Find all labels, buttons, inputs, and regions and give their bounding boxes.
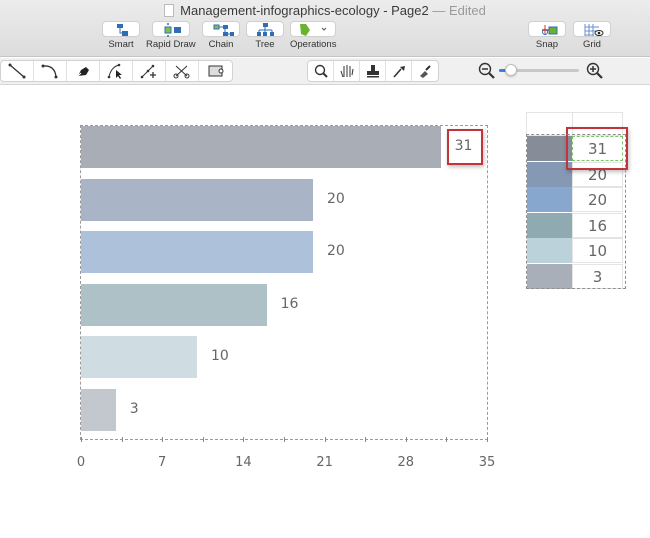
window-titlebar: Management-infographics-ecology - Page2 … bbox=[0, 0, 650, 57]
bar-data-label: 10 bbox=[211, 348, 229, 364]
edited-status: — Edited bbox=[432, 3, 486, 18]
smart-connector-icon bbox=[117, 24, 128, 36]
hand-tool-icon bbox=[340, 65, 353, 78]
x-tick-mark bbox=[162, 437, 164, 442]
x-tick-mark bbox=[405, 437, 407, 442]
zoom-out-button[interactable] bbox=[478, 62, 496, 80]
chain-label: Chain bbox=[208, 39, 234, 50]
x-tick-mark bbox=[202, 437, 204, 442]
x-tick-label: 21 bbox=[316, 455, 333, 470]
grid-label: Grid bbox=[583, 39, 601, 50]
chain-icon bbox=[213, 24, 234, 36]
x-tick-label: 35 bbox=[478, 455, 496, 470]
shape-tool-icon bbox=[208, 65, 223, 77]
zoom-in-icon bbox=[586, 62, 603, 79]
rapid-draw-icon bbox=[164, 23, 181, 37]
shape-tool-button[interactable] bbox=[199, 61, 232, 81]
view-tools-group bbox=[307, 60, 439, 82]
add-point-button[interactable] bbox=[133, 61, 166, 81]
format-brush-button[interactable] bbox=[412, 61, 438, 81]
bar-data-label: 3 bbox=[129, 400, 139, 417]
x-tick-label: 7 bbox=[158, 455, 167, 470]
curve-tool-button[interactable] bbox=[34, 61, 67, 81]
document-name: Management-infographics-ecology - Page2 bbox=[180, 3, 429, 18]
rapid-draw-button[interactable]: Rapid Draw bbox=[146, 21, 196, 50]
stamp-tool-button[interactable] bbox=[360, 61, 386, 81]
smart-label: Smart bbox=[108, 39, 134, 50]
operations-icon bbox=[300, 24, 327, 36]
bar-data-label: 16 bbox=[280, 295, 299, 312]
snap-label: Snap bbox=[535, 39, 559, 50]
stamp-tool-icon bbox=[366, 65, 379, 78]
eyedropper-icon bbox=[392, 66, 405, 78]
line-tool-icon bbox=[8, 63, 26, 79]
bar-data-label: 20 bbox=[327, 243, 345, 259]
bezier-select-button[interactable] bbox=[100, 61, 133, 81]
scissors-button[interactable] bbox=[166, 61, 199, 81]
x-tick-label: 28 bbox=[397, 455, 415, 470]
zoom-slider[interactable] bbox=[499, 64, 579, 76]
tree-label: Tree bbox=[255, 39, 275, 50]
grid-button[interactable]: Grid bbox=[573, 21, 611, 50]
table-selection-frame bbox=[526, 134, 626, 289]
x-tick-mark bbox=[121, 437, 123, 442]
window-title: Management-infographics-ecology - Page2 … bbox=[0, 3, 650, 18]
bar-data-label: 20 bbox=[327, 190, 345, 207]
line-tool-button[interactable] bbox=[1, 61, 34, 81]
chart-selection-frame[interactable] bbox=[80, 125, 488, 440]
zoom-in-button[interactable] bbox=[586, 62, 604, 80]
x-tick-mark bbox=[284, 437, 285, 442]
x-tick-label: 0 bbox=[76, 455, 86, 470]
zoom-slider-thumb[interactable] bbox=[505, 64, 517, 76]
operations-button[interactable]: Operations bbox=[290, 21, 336, 50]
pen-tool-icon bbox=[76, 67, 89, 78]
x-tick-mark bbox=[324, 437, 326, 442]
x-tick-mark bbox=[81, 437, 82, 442]
bar-5[interactable] bbox=[81, 336, 197, 378]
tree-icon bbox=[257, 23, 274, 36]
bar-3[interactable] bbox=[81, 231, 313, 273]
bar-2[interactable] bbox=[81, 178, 313, 221]
operations-label: Operations bbox=[290, 39, 337, 50]
snap-icon bbox=[542, 25, 558, 35]
x-tick-mark bbox=[446, 437, 448, 442]
x-tick-mark bbox=[365, 437, 367, 442]
zoom-out-icon bbox=[478, 62, 495, 79]
pen-tool-button[interactable] bbox=[67, 61, 100, 81]
smart-button[interactable]: Smart bbox=[102, 21, 140, 50]
tree-button[interactable]: Tree bbox=[246, 21, 284, 50]
document-icon bbox=[164, 4, 175, 17]
x-tick-mark bbox=[243, 437, 245, 442]
x-tick-label: 14 bbox=[235, 455, 252, 470]
bezier-select-icon bbox=[107, 63, 122, 79]
add-point-icon bbox=[140, 64, 156, 79]
bar-6[interactable] bbox=[81, 388, 116, 431]
bar-4[interactable] bbox=[81, 283, 267, 326]
drawing-tools-group bbox=[0, 60, 233, 82]
chain-button[interactable]: Chain bbox=[202, 21, 240, 50]
drawing-toolbar bbox=[0, 58, 650, 85]
selected-label-highlight[interactable] bbox=[446, 129, 483, 165]
eyedropper-button[interactable] bbox=[386, 61, 412, 81]
zoom-tool-icon bbox=[314, 64, 328, 78]
grid-icon bbox=[584, 24, 604, 36]
bar-1[interactable] bbox=[81, 126, 441, 168]
zoom-tool-button[interactable] bbox=[308, 61, 334, 81]
scissors-icon bbox=[173, 65, 190, 79]
curve-tool-icon bbox=[41, 64, 58, 79]
hand-tool-button[interactable] bbox=[334, 61, 360, 81]
snap-button[interactable]: Snap bbox=[528, 21, 566, 50]
x-tick-mark bbox=[487, 437, 488, 442]
format-brush-icon bbox=[420, 65, 431, 78]
rapid-draw-label: Rapid Draw bbox=[146, 39, 196, 50]
